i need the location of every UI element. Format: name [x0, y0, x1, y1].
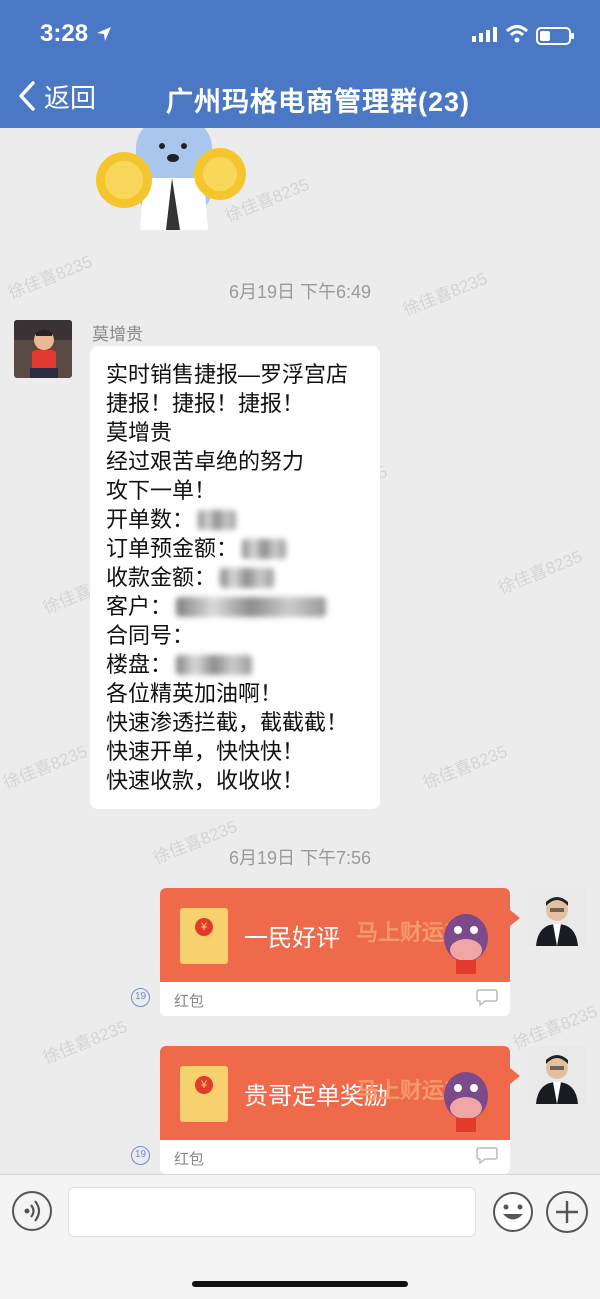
message-line: 客户：	[106, 592, 380, 621]
watermark: 徐佳喜8235	[40, 1016, 130, 1068]
horse-mascot-icon: 马上财运来	[356, 1072, 488, 1132]
voice-icon	[24, 1200, 41, 1222]
input-bar	[0, 1174, 600, 1299]
wifi-icon	[505, 25, 529, 43]
chat-title: 广州玛格电商管理群(23)	[165, 87, 470, 117]
chat-area[interactable]: 徐佳喜8235 徐佳喜8235 徐佳喜8235 徐佳喜8235 徐佳喜8235 …	[0, 128, 600, 1174]
plus-icon	[556, 1201, 578, 1223]
message-line: 快速收款，收收收！	[106, 768, 305, 793]
red-packet-body: ¥ 贵哥定单奖励 马上财运来	[160, 1046, 510, 1140]
horse-mascot-icon: 马上财运来	[356, 914, 488, 974]
emoji-icon[interactable]	[492, 1191, 534, 1233]
envelope-icon: ¥	[180, 1066, 228, 1122]
envelope-icon: ¥	[180, 908, 228, 964]
level-badge: 19	[131, 988, 150, 1007]
message-line: 实时销售捷报—罗浮宫店	[106, 362, 349, 387]
red-packet-message: 一民好评	[244, 925, 340, 952]
red-packet-label: 红包	[174, 993, 205, 1010]
nav-bar: 3:28 返回 广州玛格电商管理群(23)	[0, 0, 600, 128]
redacted-value	[198, 509, 237, 530]
message-line: 快速开单，快快快！	[106, 739, 305, 764]
plus-button[interactable]	[546, 1191, 588, 1233]
red-packet-body: ¥ 一民好评 马上财运来	[160, 888, 510, 982]
avatar[interactable]	[528, 888, 586, 946]
message-input[interactable]	[68, 1187, 476, 1237]
sender-name: 莫增贵	[92, 325, 143, 344]
redacted-value	[220, 567, 275, 588]
bubble-tail	[510, 1068, 520, 1084]
avatar[interactable]	[528, 1046, 586, 1104]
chat-bubble-icon	[476, 1147, 498, 1164]
voice-button[interactable]	[12, 1191, 52, 1231]
level-badge: 19	[131, 1146, 150, 1165]
message-line: 攻下一单！	[106, 478, 217, 503]
red-packet[interactable]: ¥ 贵哥定单奖励 马上财运来 红包	[160, 1046, 510, 1174]
chat-bubble-icon	[476, 989, 498, 1006]
signal-icon	[472, 27, 497, 42]
message-line: 快速渗透拦截，截截截！	[106, 710, 349, 735]
location-arrow-icon	[97, 27, 111, 41]
status-time: 3:28	[40, 20, 89, 47]
message-bubble[interactable]: 实时销售捷报—罗浮宫店 捷报！捷报！捷报！ 莫增贵 经过艰苦卓绝的努力 攻下一单…	[90, 346, 380, 809]
timestamp: 6月19日 下午6:49	[228, 282, 372, 302]
message-line: 各位精英加油啊！	[106, 681, 283, 706]
message-line: 捷报！捷报！捷报！	[106, 391, 305, 416]
red-packet-label: 红包	[174, 1151, 205, 1168]
timestamp: 6月19日 下午7:56	[228, 848, 372, 868]
message-line: 楼盘：	[106, 650, 380, 679]
red-packet[interactable]: ¥ 一民好评 马上财运来 红包	[160, 888, 510, 1016]
message-line: 莫增贵	[106, 420, 173, 445]
message-line: 订单预金额：	[106, 534, 380, 563]
home-indicator	[192, 1281, 408, 1287]
redacted-value	[242, 538, 287, 559]
avatar[interactable]	[14, 320, 72, 378]
redacted-value	[176, 596, 327, 617]
message-line: 合同号：	[106, 623, 195, 648]
message-line: 收款金额：	[106, 563, 380, 592]
watermark: 徐佳喜8235	[420, 741, 510, 793]
bubble-tail	[510, 910, 520, 926]
redacted-value	[176, 654, 253, 675]
sticker-image	[96, 128, 246, 230]
watermark: 徐佳喜8235	[0, 741, 90, 793]
watermark: 徐佳喜8235	[495, 546, 585, 598]
message-line: 开单数：	[106, 505, 380, 534]
message-line: 经过艰苦卓绝的努力	[106, 449, 305, 474]
battery-icon	[536, 27, 574, 45]
